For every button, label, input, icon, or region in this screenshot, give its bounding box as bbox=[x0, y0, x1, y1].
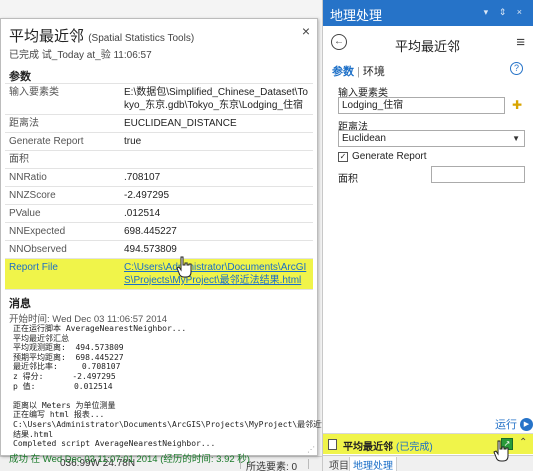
param-value bbox=[124, 153, 311, 166]
chevron-down-icon: ▼ bbox=[512, 134, 520, 143]
status-tool-name: 平均最近邻 bbox=[343, 442, 393, 453]
tab-environments[interactable]: 环境 bbox=[363, 66, 385, 78]
table-row: NNZScore -2.497295 bbox=[5, 187, 313, 205]
param-value: E:\数据包\Simplified_Chinese_Dataset\Tokyo_… bbox=[124, 87, 308, 111]
table-row: 面积 bbox=[5, 151, 313, 169]
param-key: NNRatio bbox=[9, 172, 47, 183]
input-features-field[interactable]: Lodging_住宿 bbox=[338, 97, 505, 114]
tool-result-popup: 平均最近邻 (Spatial Statistics Tools) × 已完成 试… bbox=[0, 18, 329, 465]
popup-title: 平均最近邻 (Spatial Statistics Tools) bbox=[9, 25, 194, 46]
back-arrow-icon[interactable]: ← bbox=[331, 34, 347, 50]
report-file-link[interactable]: C:\Users\Administrator\Documents\ArcGIS\… bbox=[124, 261, 311, 287]
message-start-time: 开始时间: Wed Dec 03 11:06:57 2014 bbox=[9, 314, 168, 325]
run-label: 运行 bbox=[495, 419, 517, 431]
play-icon: ▶ bbox=[520, 417, 533, 431]
close-icon[interactable]: × bbox=[302, 23, 310, 39]
tab-geoprocessing[interactable]: 地理处理 bbox=[349, 457, 397, 471]
param-key: NNExpected bbox=[9, 226, 66, 237]
table-row: NNRatio .708107 bbox=[5, 169, 313, 187]
param-key: Report File bbox=[9, 262, 58, 273]
message-success: 成功 在 Wed Dec 03 11:07:01 2014 (经历的时间: 3.… bbox=[9, 454, 250, 465]
pane-title: 地理处理 bbox=[330, 8, 383, 23]
param-key: NNObserved bbox=[9, 244, 67, 255]
window-controls[interactable]: ▾ ⇕ × bbox=[484, 7, 526, 18]
param-key: 面积 bbox=[9, 154, 29, 165]
area-label: 面积 bbox=[338, 174, 358, 185]
generate-report-checkbox[interactable]: ✓ Generate Report bbox=[338, 151, 427, 162]
hand-cursor-icon bbox=[176, 256, 192, 278]
menu-icon[interactable]: ≡ bbox=[516, 34, 525, 51]
resize-grip-icon[interactable]: ⋰ bbox=[307, 445, 315, 454]
tool-name: 平均最近邻 bbox=[395, 39, 461, 54]
pane-titlebar: 地理处理 ▾ ⇕ × bbox=[323, 0, 533, 26]
table-row-report-file: Report File C:\Users\Administrator\Docum… bbox=[5, 259, 313, 290]
popup-status: 已完成 试_Today at_验 11:06:57 bbox=[9, 50, 152, 61]
status-completed: (已完成) bbox=[396, 442, 433, 453]
status-text: 平均最近邻 (已完成) bbox=[343, 438, 433, 453]
param-key: NNZScore bbox=[9, 190, 56, 201]
run-button[interactable]: 运行 ▶ bbox=[495, 416, 533, 432]
param-table: 输入要素类 E:\数据包\Simplified_Chinese_Dataset\… bbox=[5, 83, 313, 290]
generate-report-label: Generate Report bbox=[352, 151, 427, 162]
param-value: -2.497295 bbox=[124, 190, 170, 201]
collapse-icon[interactable]: ⌃ bbox=[519, 437, 527, 448]
status-separator bbox=[308, 459, 309, 469]
popup-subtitle: (Spatial Statistics Tools) bbox=[88, 33, 195, 44]
distance-method-value: Euclidean bbox=[342, 133, 386, 144]
hand-cursor-icon bbox=[493, 440, 509, 462]
param-value: EUCLIDEAN_DISTANCE bbox=[124, 118, 237, 129]
distance-method-select[interactable]: Euclidean ▼ bbox=[338, 130, 525, 147]
geoprocessing-pane: 地理处理 ▾ ⇕ × ← 平均最近邻 ≡ 参数 | 环境 ? 输入要素类 Lodgi… bbox=[322, 0, 533, 471]
param-value: true bbox=[124, 136, 142, 147]
param-value: 494.573809 bbox=[124, 244, 177, 255]
checkbox-icon[interactable]: ✓ bbox=[338, 151, 348, 162]
table-row: NNObserved 494.573809 bbox=[5, 241, 313, 259]
browse-folder-icon[interactable]: ✚ bbox=[509, 97, 525, 113]
param-value: .012514 bbox=[124, 208, 161, 219]
tab-parameters[interactable]: 参数 bbox=[332, 66, 354, 78]
param-tabs: 参数 | 环境 bbox=[332, 66, 385, 78]
table-row: 输入要素类 E:\数据包\Simplified_Chinese_Dataset\… bbox=[5, 84, 313, 115]
table-row: Generate Report true bbox=[5, 133, 313, 151]
help-icon[interactable]: ? bbox=[510, 62, 523, 75]
table-row: PValue .012514 bbox=[5, 205, 313, 223]
selected-features-count[interactable]: 所选要素: 0 bbox=[246, 458, 297, 471]
table-row: NNExpected 698.445227 bbox=[5, 223, 313, 241]
messages-heading: 消息 bbox=[9, 298, 31, 310]
param-key: Generate Report bbox=[9, 136, 84, 147]
param-key: 输入要素类 bbox=[9, 87, 59, 98]
param-value: 698.445227 bbox=[124, 226, 177, 237]
popup-title-text: 平均最近邻 bbox=[9, 28, 85, 45]
message-log: 正在运行脚本 AverageNearestNeighbor... 平均最近邻汇总… bbox=[13, 324, 330, 449]
table-row: 距离法 EUCLIDEAN_DISTANCE bbox=[5, 115, 313, 133]
param-key: 距离法 bbox=[9, 118, 39, 129]
param-value: .708107 bbox=[124, 172, 161, 183]
area-input[interactable] bbox=[431, 166, 525, 183]
params-heading: 参数 bbox=[9, 71, 31, 83]
param-key: PValue bbox=[9, 208, 41, 219]
document-icon bbox=[328, 439, 337, 450]
